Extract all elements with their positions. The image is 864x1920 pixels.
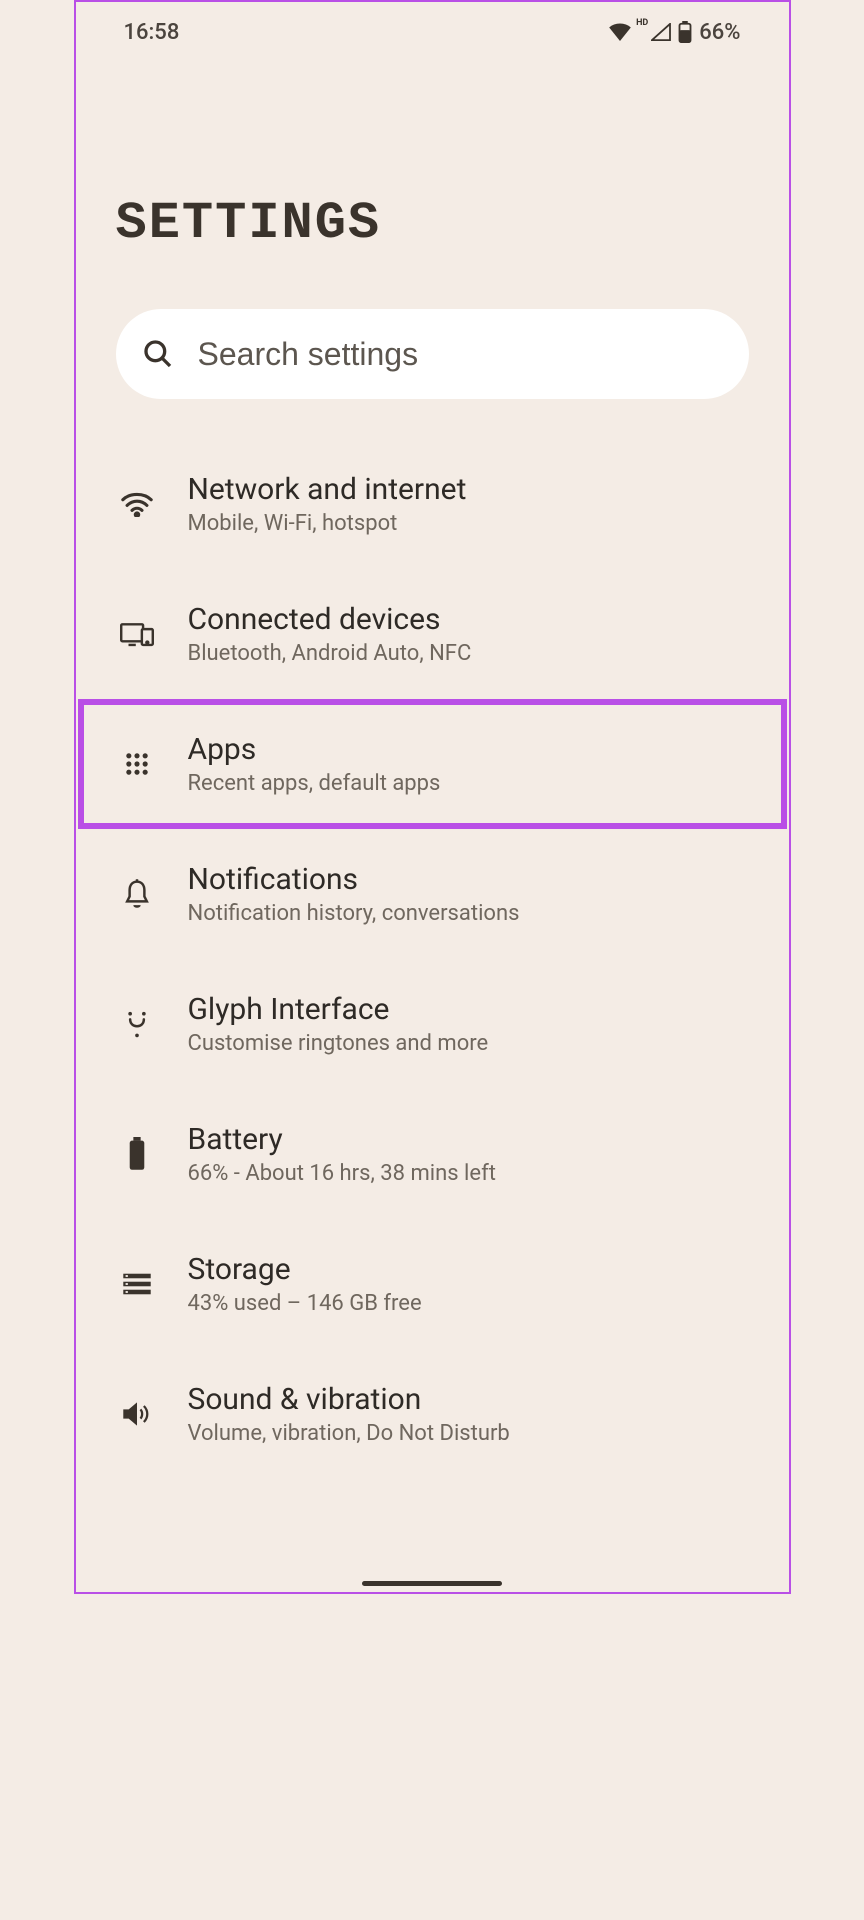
nav-handle[interactable]	[362, 1581, 502, 1586]
status-time: 16:58	[124, 20, 180, 45]
setting-sound[interactable]: Sound & vibration Volume, vibration, Do …	[84, 1349, 781, 1479]
setting-title: Sound & vibration	[188, 1382, 747, 1417]
glyph-icon	[118, 1005, 156, 1043]
apps-icon	[118, 745, 156, 783]
setting-battery[interactable]: Battery 66% - About 16 hrs, 38 mins left	[84, 1089, 781, 1219]
setting-subtitle: Bluetooth, Android Auto, NFC	[188, 641, 747, 666]
hd-label: HD	[636, 18, 648, 28]
setting-subtitle: 43% used – 146 GB free	[188, 1291, 747, 1316]
signal-icon	[651, 23, 671, 41]
search-icon	[142, 338, 174, 370]
setting-connected-devices[interactable]: Connected devices Bluetooth, Android Aut…	[84, 569, 781, 699]
setting-title: Network and internet	[188, 472, 747, 507]
setting-subtitle: Customise ringtones and more	[188, 1031, 747, 1056]
setting-title: Storage	[188, 1252, 747, 1287]
wifi-icon	[118, 485, 156, 523]
setting-glyph[interactable]: Glyph Interface Customise ringtones and …	[84, 959, 781, 1089]
status-indicators: HD 66%	[609, 20, 740, 45]
wifi-icon	[609, 23, 631, 41]
settings-list: Network and internet Mobile, Wi-Fi, hots…	[76, 439, 789, 1479]
setting-subtitle: 66% - About 16 hrs, 38 mins left	[188, 1161, 747, 1186]
setting-title: Battery	[188, 1122, 747, 1157]
storage-icon	[118, 1265, 156, 1303]
setting-subtitle: Mobile, Wi-Fi, hotspot	[188, 511, 747, 536]
setting-title: Connected devices	[188, 602, 747, 637]
status-bar: 16:58 HD 66%	[76, 2, 789, 58]
setting-subtitle: Volume, vibration, Do Not Disturb	[188, 1421, 747, 1446]
bell-icon	[118, 875, 156, 913]
sound-icon	[118, 1395, 156, 1433]
devices-icon	[118, 615, 156, 653]
page-title: SETTINGS	[116, 194, 749, 253]
setting-title: Glyph Interface	[188, 992, 747, 1027]
search-bar[interactable]	[116, 309, 749, 399]
setting-notifications[interactable]: Notifications Notification history, conv…	[84, 829, 781, 959]
setting-subtitle: Notification history, conversations	[188, 901, 747, 926]
setting-apps[interactable]: Apps Recent apps, default apps	[78, 699, 787, 829]
battery-icon	[118, 1135, 156, 1173]
page-header: SETTINGS	[76, 58, 789, 293]
setting-title: Notifications	[188, 862, 747, 897]
setting-title: Apps	[188, 732, 747, 767]
battery-percent: 66%	[699, 20, 740, 45]
setting-network[interactable]: Network and internet Mobile, Wi-Fi, hots…	[84, 439, 781, 569]
setting-subtitle: Recent apps, default apps	[188, 771, 747, 796]
setting-storage[interactable]: Storage 43% used – 146 GB free	[84, 1219, 781, 1349]
search-input[interactable]	[198, 336, 723, 373]
battery-icon	[678, 21, 692, 43]
